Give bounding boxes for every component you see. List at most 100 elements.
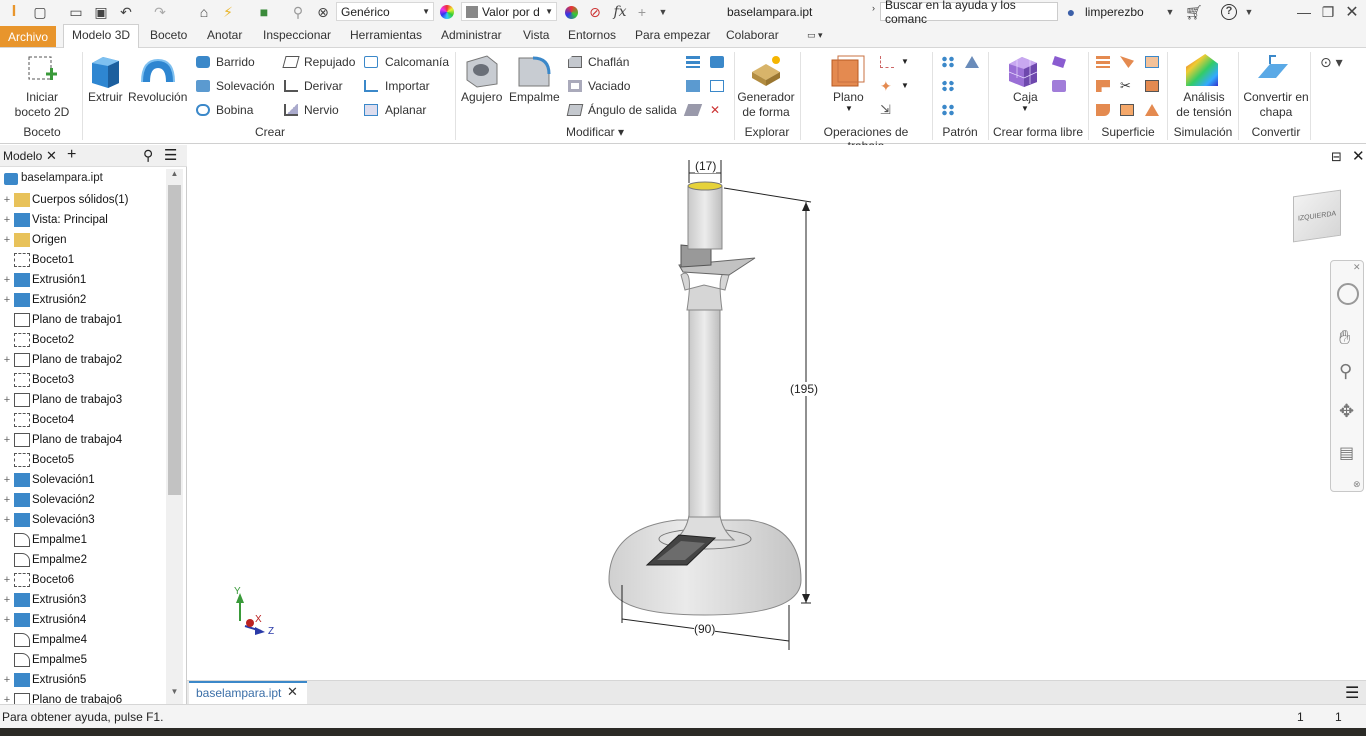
stress-label-1[interactable]: Análisis [1172, 90, 1236, 105]
close-navbar-icon[interactable]: ✕ [1353, 262, 1361, 273]
freeform-face-icon[interactable] [1052, 56, 1066, 68]
coil-label[interactable]: Bobina [216, 103, 253, 117]
circular-pattern-icon[interactable] [941, 80, 955, 92]
document-menu-icon[interactable]: ☰ [1345, 683, 1359, 703]
color-wheel-icon[interactable] [438, 2, 456, 22]
graphics-viewport[interactable]: (17) (195) (90) Y X Z ⊟ ✕ IZQUIERDA ✕ ✋︎… [189, 145, 1366, 680]
tree-item[interactable]: + Extrusión2 [0, 290, 166, 310]
ucs-icon[interactable]: ⇲ [880, 103, 894, 116]
help-icon[interactable]: ? [1218, 2, 1240, 22]
hole-label[interactable]: Agujero [461, 90, 502, 104]
expand-icon[interactable]: + [0, 274, 14, 286]
derive-label[interactable]: Derivar [304, 79, 343, 93]
browser-tab-modelo[interactable]: Modelo [3, 149, 42, 163]
expand-icon[interactable]: + [0, 194, 14, 206]
start-sketch-label-2[interactable]: boceto 2D [10, 105, 74, 120]
patch-icon[interactable] [1145, 56, 1159, 68]
sheet-metal-icon[interactable] [1256, 54, 1290, 88]
chamfer-icon[interactable] [568, 56, 582, 68]
expand-icon[interactable]: + [0, 614, 14, 626]
combine-icon[interactable] [710, 56, 724, 68]
work-plane-icon[interactable] [830, 54, 866, 88]
convert-freeform-icon[interactable] [1052, 80, 1066, 92]
expand-icon[interactable]: + [0, 294, 14, 306]
cart-icon[interactable]: 🛒︎ [1184, 2, 1204, 22]
measure-icon[interactable]: ⚲ [290, 2, 306, 22]
tree-item[interactable]: Empalme5 [0, 650, 166, 670]
browser-root[interactable]: baselampara.ipt [21, 172, 103, 184]
tree-item[interactable]: + Solevación3 [0, 510, 166, 530]
stress-analysis-icon[interactable] [1186, 54, 1218, 86]
tree-item[interactable]: Boceto1 [0, 250, 166, 270]
new-file-icon[interactable]: ▢ [30, 2, 50, 22]
tree-item[interactable]: + Extrusión4 [0, 610, 166, 630]
tab-inspeccionar[interactable]: Inspeccionar [263, 28, 331, 42]
expand-icon[interactable]: + [0, 354, 14, 366]
expand-icon[interactable]: + [0, 234, 14, 246]
material-combo[interactable]: Valor por d ▼ [461, 2, 557, 21]
tree-item[interactable]: + Vista: Principal [0, 210, 166, 230]
tab-para-empezar[interactable]: Para empezar [635, 28, 710, 42]
sweep-label[interactable]: Barrido [216, 55, 255, 69]
unwrap-label[interactable]: Aplanar [385, 103, 426, 117]
sheet-metal-label-2[interactable]: chapa [1242, 105, 1310, 120]
tab-entornos[interactable]: Entornos [568, 28, 616, 42]
tree-item[interactable]: + Extrusión1 [0, 270, 166, 290]
group-modificar[interactable]: Modificar ▾ [550, 125, 640, 139]
import-label[interactable]: Importar [385, 79, 430, 93]
close-window-icon[interactable]: ✕ [1344, 2, 1360, 22]
adjust-icon[interactable] [562, 2, 580, 22]
close-icon[interactable]: ✕ [46, 148, 57, 164]
delete-face-icon[interactable]: ✕ [710, 104, 724, 116]
extrude-label[interactable]: Extruir [88, 90, 123, 104]
mirror-icon[interactable] [965, 56, 979, 68]
coil-icon[interactable] [196, 104, 210, 116]
orbit-icon[interactable]: ✥ [1339, 401, 1354, 422]
sculpt-icon[interactable] [1120, 56, 1134, 68]
boundary-patch-icon[interactable] [1096, 104, 1110, 116]
scissors-icon[interactable]: ✂ [1120, 79, 1134, 92]
chevron-down-icon[interactable]: ▼ [901, 57, 909, 66]
draft-icon[interactable] [566, 104, 584, 116]
panel-toggle-icon[interactable]: ▭ ▾ [807, 30, 835, 42]
decal-label[interactable]: Calcomanía [385, 55, 449, 69]
zoom-icon[interactable]: ⚲ [1339, 361, 1352, 382]
ruled-surface-icon[interactable] [1120, 104, 1134, 116]
dimension-base[interactable]: (90) [694, 622, 716, 636]
emboss-label[interactable]: Repujado [304, 55, 355, 69]
user-icon[interactable]: ● [1062, 2, 1080, 22]
move-face-icon[interactable] [710, 80, 724, 92]
extend-icon[interactable] [1145, 80, 1159, 92]
draft-label[interactable]: Ángulo de salida [588, 103, 677, 117]
ribbon-options-icon[interactable]: ⊙ ▾ [1320, 54, 1343, 71]
chevron-down-icon[interactable]: ▼ [901, 81, 909, 90]
save-icon[interactable]: ▣ [92, 2, 110, 22]
repair-icon[interactable] [1145, 104, 1159, 116]
search-icon[interactable]: ⚲ [143, 147, 153, 164]
tree-item[interactable]: + Extrusión3 [0, 590, 166, 610]
shape-generator-label-1[interactable]: Generador [734, 90, 798, 105]
restore-icon[interactable]: ❐ [1320, 2, 1336, 22]
browser-scrollbar[interactable]: ▲ ▼ [166, 169, 183, 705]
tab-vista[interactable]: Vista [523, 28, 549, 42]
redo-icon[interactable]: ↷ [150, 2, 170, 22]
extrude-icon[interactable] [89, 53, 123, 89]
tab-herramientas[interactable]: Herramientas [350, 28, 422, 42]
sketch-pattern-icon[interactable] [941, 104, 955, 116]
maximize-view-icon[interactable]: ⊟ [1331, 149, 1342, 165]
loft-label[interactable]: Solevación [216, 79, 275, 93]
tab-colaborar[interactable]: Colaborar [726, 28, 779, 42]
tree-item[interactable]: + Plano de trabajo4 [0, 430, 166, 450]
rib-label[interactable]: Nervio [304, 103, 339, 117]
tree-item[interactable]: + Solevación2 [0, 490, 166, 510]
work-axis-icon[interactable] [880, 56, 894, 68]
shell-label[interactable]: Vaciado [588, 79, 630, 93]
chamfer-label[interactable]: Chaflán [588, 55, 629, 69]
tree-item[interactable]: Boceto5 [0, 450, 166, 470]
doc-tab[interactable]: baselampara.ipt ✕ [189, 681, 307, 704]
hole-icon[interactable] [465, 54, 499, 88]
tree-item[interactable]: Empalme4 [0, 630, 166, 650]
stitch-icon[interactable] [1096, 56, 1110, 68]
chevron-down-icon[interactable]: ▼ [1244, 2, 1254, 22]
undo-icon[interactable]: ↶ [116, 2, 136, 22]
